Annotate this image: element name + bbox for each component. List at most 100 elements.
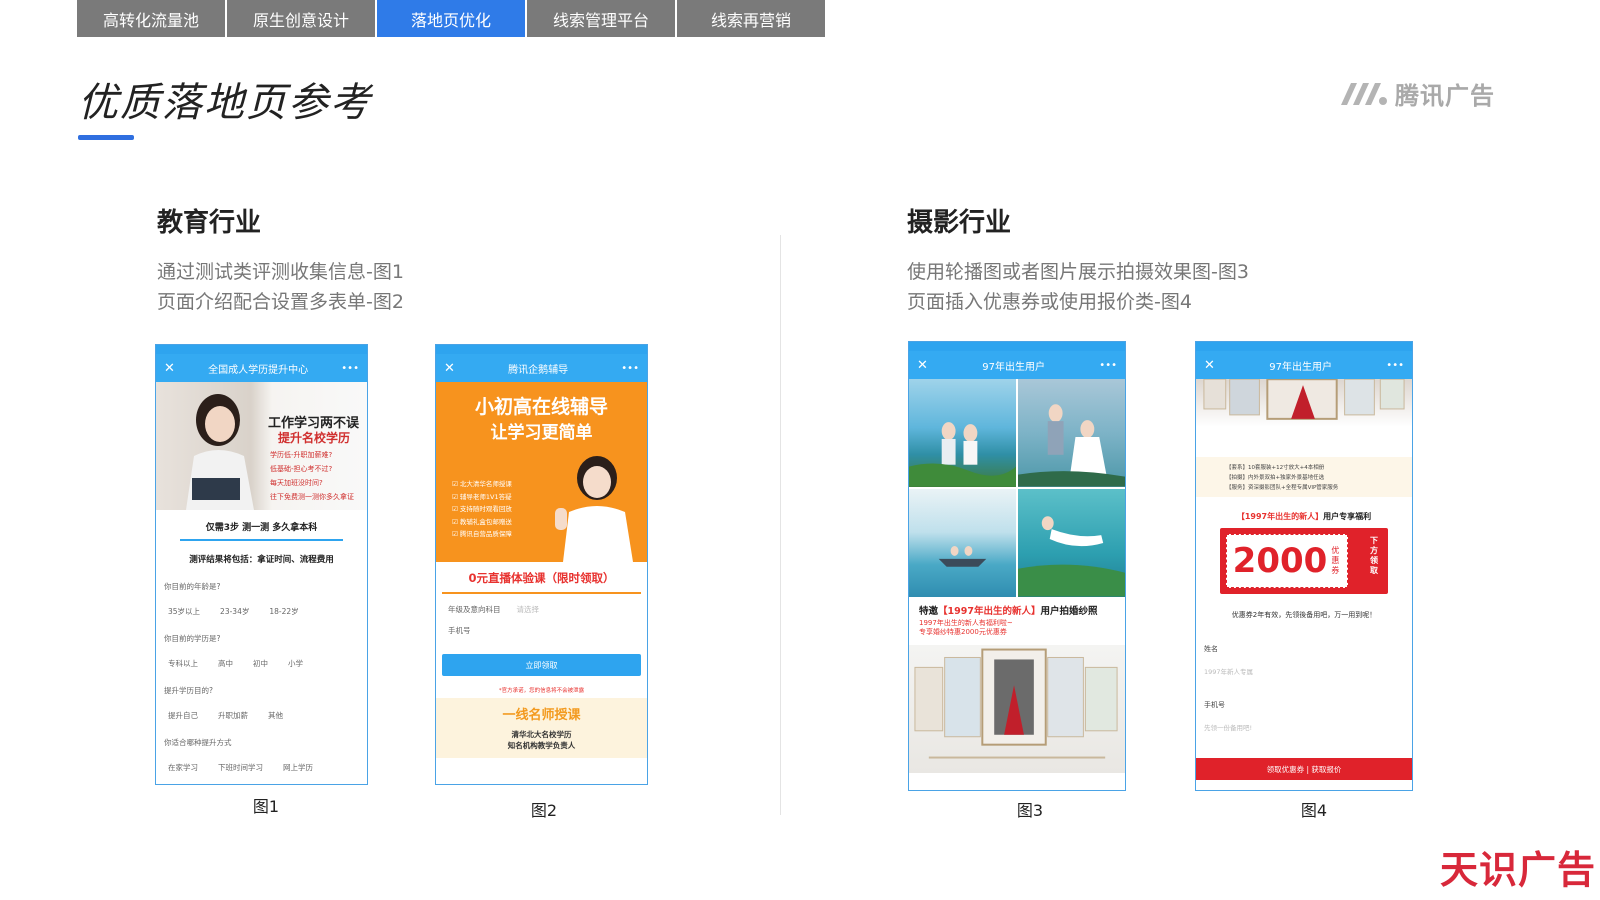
teacher-desc-line: 清华北大名校学历 [511, 730, 572, 739]
slide: 高转化流量池 原生创意设计 落地页优化 线索管理平台 线索再营销 优质落地页参考… [0, 0, 1600, 900]
tab-bar: 高转化流量池 原生创意设计 落地页优化 线索管理平台 线索再营销 [77, 0, 827, 37]
grade-select[interactable]: 年级及意向科目 请选择 [436, 604, 647, 615]
hero-banner: 小初高在线辅导 让学习更简单 ☑ 北大清华名师授课 ☑ 辅导老师1V1答疑 ☑ … [436, 382, 647, 562]
boat-photo-icon [938, 545, 987, 567]
education-title: 教育行业 [157, 208, 262, 238]
question-method: 你适合哪种提升方式 [164, 738, 232, 747]
more-icon: ••• [621, 362, 639, 374]
option[interactable]: 23-34岁 [220, 606, 249, 617]
question-education: 你目前的学历是? [164, 634, 221, 643]
phone-navbar: ✕ 腾讯企鹅辅导 ••• [436, 354, 647, 382]
option[interactable]: 专科以上 [168, 658, 198, 669]
coupon-side-label: 下方领取 [1370, 536, 1378, 575]
title-underline [78, 135, 134, 140]
photography-desc-line2: 页面插入优惠券或使用报价类-图4 [907, 291, 1192, 313]
feature-item: ☑ 北大清华名师授课 [452, 480, 512, 488]
figure-4-caption: 图4 [1300, 801, 1328, 820]
question-age: 你目前的年龄是? [164, 582, 221, 591]
nav-title: 全国成人学历提升中心 [208, 364, 309, 376]
education-desc-line2: 页面介绍配合设置多表单-图2 [157, 291, 404, 313]
gallery-photo[interactable] [1018, 379, 1125, 487]
package-line: 【服务】资深摄影团队+全程专属VIP管家服务 [1226, 485, 1339, 491]
teacher-desc-line: 知名机构教学负责人 [507, 741, 576, 750]
option[interactable]: 在家学习 [168, 762, 198, 773]
gallery-photo[interactable] [909, 489, 1016, 597]
gallery-photo[interactable] [1018, 489, 1125, 597]
more-icon: ••• [1099, 359, 1117, 371]
package-info: 【套系】10套服装+12寸放大+4本相册 【拍摄】内外景双拍+独家外景基地任选 … [1196, 457, 1412, 497]
phone-field[interactable]: 手机号 [436, 625, 647, 636]
teacher-desc: 清华北大名校学历 知名机构教学负责人 [436, 729, 647, 751]
brand: 腾讯广告 [1339, 76, 1495, 111]
figure-2-phone: ✕ 腾讯企鹅辅导 ••• 小初高在线辅导 让学习更简单 ☑ 北大清华名师授课 ☑… [435, 344, 648, 785]
tab-traffic-pool[interactable]: 高转化流量池 [77, 0, 225, 37]
question-purpose: 提升学历目的? [164, 686, 213, 695]
close-icon: ✕ [444, 360, 455, 376]
education-desc: 通过测试类评测收集信息-图1 页面介绍配合设置多表单-图2 [157, 257, 404, 317]
photography-desc-line1: 使用轮播图或者图片展示拍摄效果图-图3 [907, 261, 1249, 283]
option[interactable]: 小学 [288, 658, 303, 669]
coupon[interactable]: 2000 优惠券 下方领取 [1220, 528, 1388, 594]
bullet: 往下免费测一测你多久拿证 [270, 493, 354, 501]
hero-bullets: 学历低-升职加薪难? 低基础-担心考不过? 每天加班没时间? 往下免费测一测你多… [270, 448, 354, 504]
photo-frames [1196, 378, 1412, 427]
status-bar [436, 345, 647, 354]
student-photo-icon [555, 456, 633, 562]
option[interactable]: 18-22岁 [269, 606, 298, 617]
page-title: 优质落地页参考 [78, 80, 372, 126]
photo-frames-icon [1203, 378, 1405, 420]
coupon-body: 2000 优惠券 [1226, 534, 1348, 588]
photography-desc: 使用轮播图或者图片展示拍摄效果图-图3 页面插入优惠券或使用报价类-图4 [907, 257, 1249, 317]
option[interactable]: 高中 [218, 658, 233, 669]
name-input[interactable]: 1997年新人专属 [1196, 666, 1412, 676]
status-bar [909, 342, 1125, 351]
separator [442, 592, 641, 594]
package-line: 【套系】10套服装+12寸放大+4本相册 [1226, 465, 1325, 471]
options-education: 专科以上 高中 初中 小学 [156, 658, 367, 669]
photo-gallery [909, 379, 1125, 597]
option[interactable]: 下班时间学习 [218, 762, 263, 773]
field-label: 手机号 [448, 626, 471, 635]
teacher-banner: 一线名师授课 清华北大名校学历 知名机构教学负责人 [436, 698, 647, 758]
promo-subtitle-line: 1997年出生的新人有福利啦~ [919, 619, 1013, 627]
option[interactable]: 网上学历 [283, 762, 313, 773]
option[interactable]: 35岁以上 [168, 606, 200, 617]
hero-subheadline: 让学习更简单 [490, 423, 593, 443]
section-divider [780, 235, 781, 815]
coupon-title: 【1997年出生的新人】用户专享福利 [1236, 512, 1372, 521]
privacy-note: *官方承诺，您的信息将不会被泄露 [498, 688, 585, 694]
phone-navbar: ✕ 全国成人学历提升中心 ••• [156, 354, 367, 382]
get-coupon-button[interactable]: 领取优惠券 | 获取报价 [1196, 758, 1412, 780]
test-result-note: 测评结果将包括：拿证时间、流程费用 [189, 555, 334, 565]
figure-1-phone: ✕ 全国成人学历提升中心 ••• 工作学习两不误 提升名校学历 学历低-升职加薪… [155, 344, 368, 785]
close-icon: ✕ [917, 357, 928, 373]
name-label: 姓名 [1204, 645, 1218, 653]
more-icon: ••• [341, 362, 359, 374]
claim-button[interactable]: 立即领取 [442, 654, 641, 676]
brand-name: 腾讯广告 [1395, 82, 1495, 110]
phone-label: 手机号 [1204, 701, 1225, 709]
feature-item: ☑ 腾讯自营品质保障 [452, 530, 512, 538]
promo-title: 特邀【1997年出生的新人】用户拍婚纱照 [919, 606, 1098, 617]
test-prompt: 仅需3步 测一测 多久拿本科 [205, 523, 318, 533]
photography-title: 摄影行业 [907, 208, 1012, 238]
close-icon: ✕ [1204, 357, 1215, 373]
option[interactable]: 初中 [253, 658, 268, 669]
tencent-ads-logo-icon [1341, 82, 1387, 105]
phone-navbar: ✕ 97年出生用户 ••• [1196, 351, 1412, 379]
gallery-photo[interactable] [909, 379, 1016, 487]
option[interactable]: 其他 [268, 710, 283, 721]
tab-lead-management[interactable]: 线索管理平台 [527, 0, 675, 37]
phone-input[interactable]: 先领一份备用吧! [1196, 722, 1412, 732]
option[interactable]: 升职加薪 [218, 710, 248, 721]
tab-lead-remarketing[interactable]: 线索再营销 [677, 0, 825, 37]
nav-title: 97年出生用户 [982, 361, 1045, 373]
tab-native-creative[interactable]: 原生创意设计 [227, 0, 375, 37]
tab-landing-page[interactable]: 落地页优化 [377, 0, 525, 37]
student-photo-icon [186, 394, 254, 510]
couple-photo-icon [909, 422, 1016, 487]
option[interactable]: 提升自己 [168, 710, 198, 721]
promo-subtitle: 1997年出生的新人有福利啦~ 专享婚纱特惠2000元优惠券 [909, 617, 1125, 637]
coupon-note: 优惠券2年有效，先领後备用吧，万一用到呢！ [1231, 611, 1377, 619]
teacher-title: 一线名师授课 [502, 708, 581, 723]
